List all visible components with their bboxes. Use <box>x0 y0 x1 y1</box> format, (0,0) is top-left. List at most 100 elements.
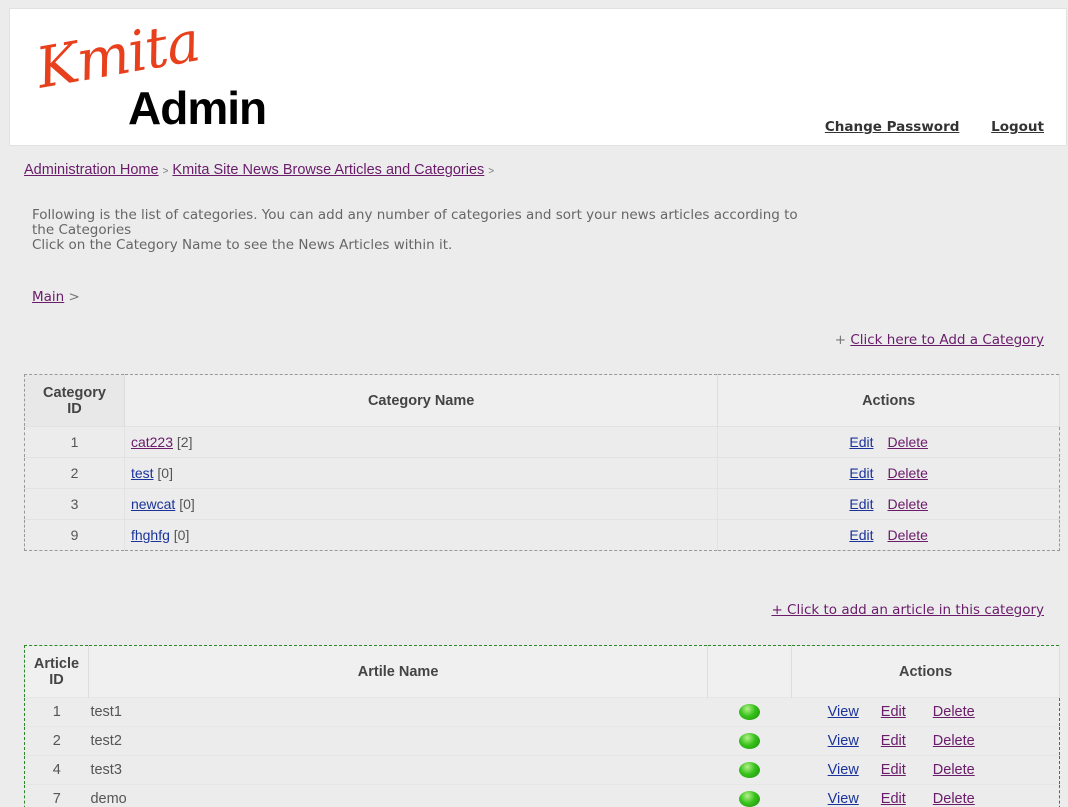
categories-header-row: Category ID Category Name Actions <box>24 374 1060 427</box>
green-status-dot-icon[interactable] <box>739 704 761 721</box>
article-status <box>707 697 792 727</box>
article-id: 2 <box>24 726 89 756</box>
category-link[interactable]: test <box>131 465 154 481</box>
column-header-status <box>707 645 793 698</box>
category-count: [0] <box>179 496 195 512</box>
header: Kmita Admin Change Password Logout <box>9 8 1067 146</box>
article-name: test1 <box>88 697 708 727</box>
table-row: 1 cat223 [2] Edit Delete <box>24 426 1060 458</box>
intro-line: the Categories <box>32 222 132 238</box>
category-name-cell: test [0] <box>124 457 718 489</box>
edit-link[interactable]: Edit <box>849 496 873 512</box>
add-article: + Click to add an article in this catego… <box>771 602 1044 618</box>
category-count: [2] <box>176 434 193 450</box>
delete-link[interactable]: Delete <box>887 527 927 543</box>
delete-link[interactable]: Delete <box>933 791 975 807</box>
add-article-link[interactable]: + Click to add an article in this catego… <box>771 602 1044 618</box>
sub-breadcrumb-separator: > <box>68 289 80 305</box>
column-header-article-name: Artile Name <box>88 645 709 698</box>
table-row: 2 test2 View Edit Delete <box>24 726 1060 756</box>
breadcrumb-separator: > <box>488 166 495 177</box>
sub-breadcrumb: Main > <box>32 289 80 305</box>
article-name: demo <box>88 784 708 807</box>
category-link[interactable]: cat223 <box>131 434 173 450</box>
article-status <box>707 755 792 785</box>
article-name: test2 <box>88 726 708 756</box>
category-name-cell: fhghfg [0] <box>124 519 718 551</box>
edit-link[interactable]: Edit <box>849 527 873 543</box>
category-link[interactable]: newcat <box>131 496 175 512</box>
table-row: 9 fhghfg [0] Edit Delete <box>24 519 1060 551</box>
delete-link[interactable]: Delete <box>887 434 927 450</box>
delete-link[interactable]: Delete <box>933 733 975 749</box>
category-actions: Edit Delete <box>717 488 1060 520</box>
top-links: Change Password Logout <box>798 119 1044 135</box>
add-category-prefix: + <box>834 332 847 348</box>
edit-link[interactable]: Edit <box>881 762 906 778</box>
table-row: 7 demo View Edit Delete <box>24 784 1060 807</box>
view-link[interactable]: View <box>828 762 859 778</box>
breadcrumb-separator: > <box>162 166 169 177</box>
column-header-article-id: Article ID <box>24 645 89 698</box>
article-actions: View Edit Delete <box>791 697 1060 727</box>
view-link[interactable]: View <box>828 704 859 720</box>
edit-link[interactable]: Edit <box>849 434 873 450</box>
main-link[interactable]: Main <box>32 289 64 305</box>
breadcrumb-section-link[interactable]: Kmita Site News Browse Articles and Cate… <box>172 162 484 178</box>
edit-link[interactable]: Edit <box>881 704 906 720</box>
article-actions: View Edit Delete <box>791 726 1060 756</box>
breadcrumb: Administration Home > Kmita Site News Brow… <box>24 162 498 178</box>
category-actions: Edit Delete <box>717 426 1060 458</box>
green-status-dot-icon[interactable] <box>739 733 761 750</box>
article-status <box>707 784 792 807</box>
green-status-dot-icon[interactable] <box>739 791 761 807</box>
breadcrumb-home-link[interactable]: Administration Home <box>24 162 159 178</box>
category-actions: Edit Delete <box>717 457 1060 489</box>
edit-link[interactable]: Edit <box>849 465 873 481</box>
intro-line: Following is the list of categories. You… <box>32 207 798 223</box>
categories-table: Category ID Category Name Actions 1 cat22… <box>24 374 1060 551</box>
view-link[interactable]: View <box>828 791 859 807</box>
add-category-link[interactable]: Click here to Add a Category <box>850 332 1044 348</box>
logout-link[interactable]: Logout <box>991 119 1044 135</box>
category-id: 3 <box>24 488 125 520</box>
category-id: 1 <box>24 426 125 458</box>
category-id: 9 <box>24 519 125 551</box>
add-category: + Click here to Add a Category <box>835 332 1044 348</box>
category-id: 2 <box>24 457 125 489</box>
category-actions: Edit Delete <box>717 519 1060 551</box>
delete-link[interactable]: Delete <box>933 762 975 778</box>
article-actions: View Edit Delete <box>791 784 1060 807</box>
delete-link[interactable]: Delete <box>887 465 927 481</box>
article-actions: View Edit Delete <box>791 755 1060 785</box>
article-id: 4 <box>24 755 89 785</box>
article-name: test3 <box>88 755 708 785</box>
delete-link[interactable]: Delete <box>887 496 927 512</box>
edit-link[interactable]: Edit <box>881 733 906 749</box>
table-row: 4 test3 View Edit Delete <box>24 755 1060 785</box>
intro-line: Click on the Category Name to see the Ne… <box>32 237 453 253</box>
green-status-dot-icon[interactable] <box>739 762 761 779</box>
category-name-cell: newcat [0] <box>124 488 718 520</box>
edit-link[interactable]: Edit <box>881 791 906 807</box>
category-count: [0] <box>157 465 173 481</box>
column-header-actions: Actions <box>717 374 1060 427</box>
article-status <box>707 726 792 756</box>
article-id: 1 <box>24 697 89 727</box>
category-count: [0] <box>173 527 190 543</box>
intro-text: Following is the list of categories. You… <box>32 208 1032 253</box>
view-link[interactable]: View <box>828 733 859 749</box>
delete-link[interactable]: Delete <box>933 704 975 720</box>
logo-admin: Admin <box>128 82 267 134</box>
column-header-actions: Actions <box>791 645 1060 698</box>
change-password-link[interactable]: Change Password <box>825 119 960 135</box>
category-name-cell: cat223 [2] <box>124 426 718 458</box>
articles-header-row: Article ID Artile Name Actions <box>24 645 1060 698</box>
table-row: 2 test [0] Edit Delete <box>24 457 1060 489</box>
table-row: 1 test1 View Edit Delete <box>24 697 1060 727</box>
category-link[interactable]: fhghfg <box>131 527 170 543</box>
column-header-category-id: Category ID <box>24 374 125 427</box>
articles-table: Article ID Artile Name Actions 1 test1 Vi… <box>24 645 1060 807</box>
column-header-category-name: Category Name <box>124 374 719 427</box>
article-id: 7 <box>24 784 89 807</box>
